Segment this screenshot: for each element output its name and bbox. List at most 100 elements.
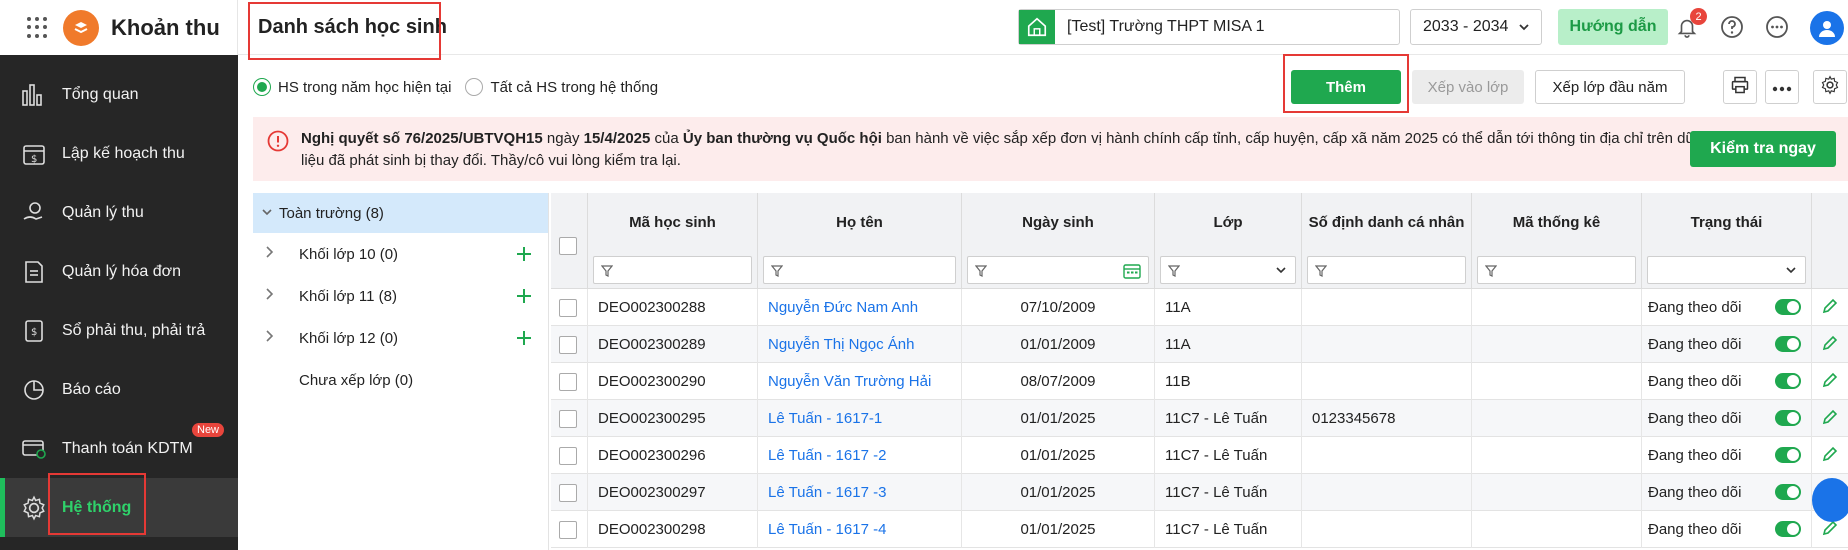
sidebar-item-tong-quan[interactable]: Tổng quan [0, 65, 238, 124]
cell-trang-thai-text: Đang theo dõi [1648, 521, 1742, 538]
row-checkbox[interactable] [559, 409, 577, 428]
pencil-edit-icon[interactable] [1821, 445, 1839, 467]
filter-ho-ten[interactable] [763, 256, 956, 284]
class-tree: Toàn trường (8) Khối lớp 10 (0) Khối lớp… [253, 193, 549, 550]
filter-icon [600, 264, 614, 281]
status-toggle[interactable] [1775, 336, 1801, 352]
status-toggle[interactable] [1775, 447, 1801, 463]
start-year-assign-button[interactable]: Xếp lớp đầu năm [1535, 70, 1685, 104]
print-button[interactable] [1723, 70, 1757, 104]
chevron-right-icon[interactable] [263, 329, 275, 347]
settings-button[interactable] [1813, 70, 1847, 104]
row-checkbox-cell [551, 437, 588, 474]
row-checkbox[interactable] [559, 372, 577, 391]
filter-so-dinh-danh[interactable] [1307, 256, 1466, 284]
row-checkbox[interactable] [559, 520, 577, 539]
cell-edit [1812, 400, 1848, 437]
sidebar-item-thanh-toan-kdtm[interactable]: Thanh toán KDTM New [0, 419, 238, 478]
tree-item-grade-11[interactable]: Khối lớp 11 (8) [253, 275, 548, 317]
more-actions-button[interactable] [1765, 70, 1799, 104]
filter-ma-thong-ke[interactable] [1477, 256, 1636, 284]
filter-ma-hoc-sinh[interactable] [593, 256, 752, 284]
user-avatar-icon[interactable] [1810, 11, 1844, 45]
ellipsis-icon [1772, 79, 1792, 96]
cell-ho-ten[interactable]: Nguyễn Thị Ngọc Ánh [758, 326, 962, 363]
pencil-edit-icon[interactable] [1821, 334, 1839, 356]
tree-item-grade-12[interactable]: Khối lớp 12 (0) [253, 317, 548, 359]
status-toggle[interactable] [1775, 484, 1801, 500]
chevron-right-icon[interactable] [263, 287, 275, 305]
tree-item-grade-10[interactable]: Khối lớp 10 (0) [253, 233, 548, 275]
sidebar-item-label: Báo cáo [62, 380, 121, 398]
status-toggle[interactable] [1775, 373, 1801, 389]
cell-lop: 11C7 - Lê Tuấn [1155, 474, 1302, 511]
cell-ho-ten[interactable]: Lê Tuấn - 1617 -2 [758, 437, 962, 474]
status-toggle[interactable] [1775, 299, 1801, 315]
table-row[interactable]: DEO002300289 Nguyễn Thị Ngọc Ánh 01/01/200… [551, 326, 1848, 363]
sidebar-item-quan-ly-thu[interactable]: Quản lý thu [0, 183, 238, 242]
table-row[interactable]: DEO002300290 Nguyễn Văn Trường Hải 08/07/2… [551, 363, 1848, 400]
sidebar-item-label: Lập kế hoạch thu [62, 144, 185, 162]
cell-ho-ten-text[interactable]: Nguyễn Thị Ngọc Ánh [768, 336, 914, 353]
row-checkbox-cell [551, 511, 588, 548]
cell-ho-ten-text[interactable]: Lê Tuấn - 1617 -4 [768, 521, 886, 538]
cell-ho-ten-text[interactable]: Lê Tuấn - 1617-1 [768, 410, 882, 427]
notice-text: Nghị quyết số 76/2025/UBTVQH15 ngày 15/4… [301, 128, 1701, 172]
table-row[interactable]: DEO002300288 Nguyễn Đức Nam Anh 07/10/2009… [551, 289, 1848, 326]
cell-ho-ten[interactable]: Lê Tuấn - 1617-1 [758, 400, 962, 437]
filter-trang-thai[interactable] [1647, 256, 1806, 284]
add-class-icon[interactable] [515, 245, 533, 267]
add-class-icon[interactable] [515, 329, 533, 351]
cell-ho-ten-text[interactable]: Lê Tuấn - 1617 -2 [768, 447, 886, 464]
help-icon[interactable] [1719, 14, 1745, 40]
more-options-icon[interactable] [1764, 14, 1790, 40]
tree-item-label: Khối lớp 11 (8) [299, 287, 397, 305]
assign-class-button[interactable]: Xếp vào lớp [1412, 70, 1524, 104]
cell-ho-ten[interactable]: Nguyễn Đức Nam Anh [758, 289, 962, 326]
table-row[interactable]: DEO002300298 Lê Tuấn - 1617 -4 01/01/2025 1… [551, 511, 1848, 548]
calendar-icon[interactable] [1123, 263, 1141, 283]
radio-current-year-label[interactable]: HS trong năm học hiện tại [278, 79, 451, 96]
chevron-right-icon[interactable] [263, 245, 275, 263]
cell-ho-ten[interactable]: Lê Tuấn - 1617 -4 [758, 511, 962, 548]
school-selector[interactable]: [Test] Trường THPT MISA 1 [1018, 9, 1400, 45]
select-all-checkbox[interactable] [559, 237, 577, 255]
sidebar-item-bao-cao[interactable]: Báo cáo [0, 360, 238, 419]
cell-ho-ten[interactable]: Lê Tuấn - 1617 -3 [758, 474, 962, 511]
radio-all-students-label[interactable]: Tất cả HS trong hệ thống [490, 79, 658, 96]
cell-ma-hoc-sinh: DEO002300295 [588, 400, 758, 437]
cell-ho-ten[interactable]: Nguyễn Văn Trường Hải [758, 363, 962, 400]
row-checkbox[interactable] [559, 298, 577, 317]
cell-ho-ten-text[interactable]: Nguyễn Văn Trường Hải [768, 373, 931, 390]
cell-ho-ten-text[interactable]: Lê Tuấn - 1617 -3 [768, 484, 886, 501]
pencil-edit-icon[interactable] [1821, 371, 1839, 393]
status-toggle[interactable] [1775, 410, 1801, 426]
notice-banner: Nghị quyết số 76/2025/UBTVQH15 ngày 15/4… [253, 117, 1848, 181]
radio-current-year[interactable] [253, 78, 271, 96]
app-grid-icon[interactable] [27, 16, 49, 39]
sidebar-item-lap-ke-hoach-thu[interactable]: $ Lập kế hoạch thu [0, 124, 238, 183]
sidebar-item-quan-ly-hoa-don[interactable]: Quản lý hóa đơn [0, 242, 238, 301]
pencil-edit-icon[interactable] [1821, 297, 1839, 319]
year-select[interactable]: 2033 - 2034 [1410, 9, 1542, 45]
add-class-icon[interactable] [515, 287, 533, 309]
table-row[interactable]: DEO002300297 Lê Tuấn - 1617 -3 01/01/2025 1… [551, 474, 1848, 511]
filter-ngay-sinh[interactable] [967, 256, 1149, 284]
pencil-edit-icon[interactable] [1821, 408, 1839, 430]
sidebar-item-so-phai-thu[interactable]: $ Sổ phải thu, phải trả [0, 301, 238, 360]
floating-action-button[interactable] [1812, 478, 1848, 522]
cell-ho-ten-text[interactable]: Nguyễn Đức Nam Anh [768, 299, 918, 316]
radio-all-students[interactable] [465, 78, 484, 96]
row-checkbox[interactable] [559, 483, 577, 502]
table-row[interactable]: DEO002300296 Lê Tuấn - 1617 -2 01/01/2025 1… [551, 437, 1848, 474]
row-checkbox[interactable] [559, 446, 577, 465]
check-now-button[interactable]: Kiểm tra ngay [1690, 131, 1836, 167]
tree-root-whole-school[interactable]: Toàn trường (8) [253, 193, 548, 233]
guide-button[interactable]: Hướng dẫn [1558, 9, 1668, 45]
tree-item-unassigned[interactable]: Chưa xếp lớp (0) [253, 359, 548, 401]
filter-lop[interactable] [1160, 256, 1296, 284]
table-row[interactable]: DEO002300295 Lê Tuấn - 1617-1 01/01/2025 11… [551, 400, 1848, 437]
column-ngay-sinh: Ngày sinh [962, 193, 1155, 289]
status-toggle[interactable] [1775, 521, 1801, 537]
row-checkbox[interactable] [559, 335, 577, 354]
